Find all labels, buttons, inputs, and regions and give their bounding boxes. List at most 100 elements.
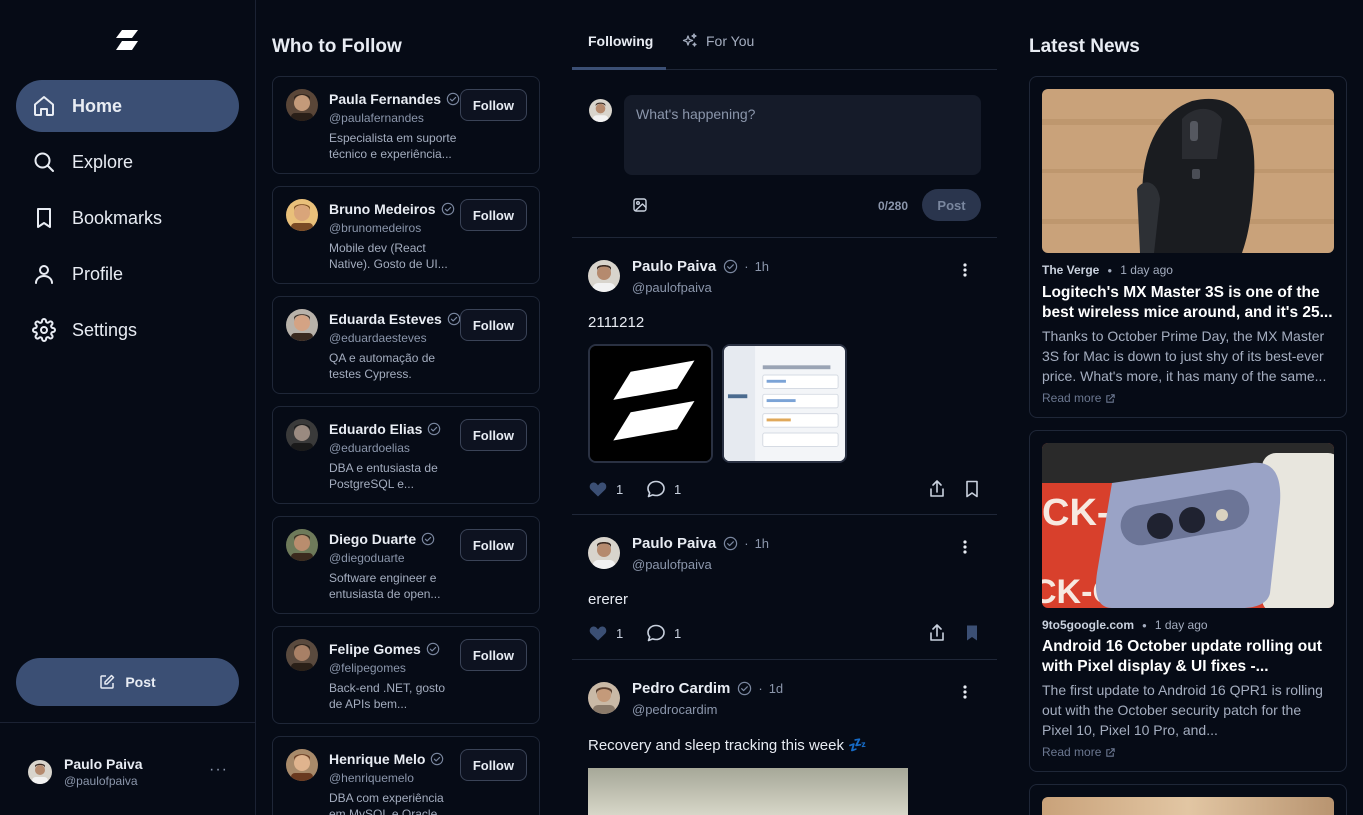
nav-item-settings[interactable]: Settings bbox=[16, 304, 239, 356]
follow-button[interactable]: Follow bbox=[459, 749, 527, 781]
follow-button[interactable]: Follow bbox=[459, 639, 527, 671]
suggested-user-card[interactable]: Eduardo Elias @eduardoelias DBA e entusias… bbox=[272, 406, 540, 504]
post-time: 1h bbox=[754, 259, 770, 274]
share-icon[interactable] bbox=[927, 623, 947, 643]
news-headline[interactable]: Android 16 October update rolling out wi… bbox=[1042, 637, 1334, 677]
sidebar-post-button[interactable]: Post bbox=[16, 658, 239, 706]
user-name[interactable]: Paula Fernandes bbox=[329, 91, 460, 107]
avatar[interactable] bbox=[286, 529, 318, 561]
suggested-user-card[interactable]: Bruno Medeiros @brunomedeiros Mobile dev (… bbox=[272, 186, 540, 284]
comment-button[interactable]: 1 bbox=[646, 479, 681, 499]
nav-item-home[interactable]: Home bbox=[16, 80, 239, 132]
who-to-follow-panel: Who to Follow Paula Fernandes @paulaferna… bbox=[272, 0, 540, 815]
user-name[interactable]: Eduarda Esteves bbox=[329, 311, 461, 327]
verified-icon bbox=[737, 681, 752, 696]
like-button[interactable]: 1 bbox=[588, 479, 623, 499]
avatar[interactable] bbox=[286, 89, 318, 121]
sparkles-icon bbox=[682, 33, 698, 49]
nav-item-bookmarks[interactable]: Bookmarks bbox=[16, 192, 239, 244]
post-author: Pedro Cardim · 1d bbox=[632, 680, 783, 697]
more-options-icon[interactable] bbox=[959, 262, 971, 278]
user-name[interactable]: Diego Duarte bbox=[329, 531, 435, 547]
more-options-icon[interactable] bbox=[959, 684, 971, 700]
share-icon[interactable] bbox=[927, 479, 947, 499]
home-icon bbox=[32, 94, 56, 118]
user-name[interactable]: Bruno Medeiros bbox=[329, 201, 455, 217]
feed-tabs: Following For You bbox=[572, 0, 997, 70]
comment-button[interactable]: 1 bbox=[646, 623, 681, 643]
author-handle: @paulofpaiva bbox=[632, 280, 712, 295]
bookmark-icon[interactable] bbox=[962, 479, 982, 499]
user-name[interactable]: Felipe Gomes bbox=[329, 641, 440, 657]
separator: · bbox=[758, 681, 763, 696]
tab-for-you[interactable]: For You bbox=[682, 33, 754, 49]
verified-icon bbox=[446, 92, 460, 106]
nav-label: Home bbox=[72, 95, 123, 116]
tab-label: Following bbox=[588, 33, 654, 49]
verified-icon bbox=[426, 642, 440, 656]
suggested-user-card[interactable]: Diego Duarte @diegoduarte Software enginee… bbox=[272, 516, 540, 614]
news-meta: 9to5google.com ● 1 day ago bbox=[1042, 618, 1208, 632]
compose-post-button[interactable]: Post bbox=[922, 189, 981, 221]
avatar[interactable] bbox=[286, 749, 318, 781]
nav-item-profile[interactable]: Profile bbox=[16, 248, 239, 300]
news-age: 1 day ago bbox=[1154, 618, 1208, 632]
bookmark-icon bbox=[32, 206, 56, 230]
follow-button[interactable]: Follow bbox=[459, 419, 527, 451]
verified-icon bbox=[427, 422, 441, 436]
heart-icon bbox=[588, 623, 608, 643]
read-more-link[interactable]: Read more bbox=[1042, 745, 1116, 759]
user-handle: @eduardaesteves bbox=[329, 331, 427, 345]
read-more-link[interactable]: Read more bbox=[1042, 391, 1116, 405]
news-headline[interactable]: Logitech's MX Master 3S is one of the be… bbox=[1042, 283, 1334, 323]
avatar[interactable] bbox=[286, 639, 318, 671]
bookmark-filled-icon[interactable] bbox=[962, 623, 982, 643]
avatar bbox=[588, 537, 620, 569]
suggested-user-card[interactable]: Henrique Melo @henriquemelo DBA com experi… bbox=[272, 736, 540, 815]
more-options-icon[interactable]: ··· bbox=[209, 761, 228, 779]
follow-button[interactable]: Follow bbox=[459, 199, 527, 231]
news-card[interactable] bbox=[1029, 784, 1347, 815]
post-author: Paulo Paiva · 1h bbox=[632, 535, 769, 552]
user-name[interactable]: Henrique Melo bbox=[329, 751, 444, 767]
post-image[interactable] bbox=[722, 344, 847, 463]
nav-item-explore[interactable]: Explore bbox=[16, 136, 239, 188]
author-name[interactable]: Paulo Paiva bbox=[632, 258, 716, 275]
user-name[interactable]: Eduardo Elias bbox=[329, 421, 441, 437]
follow-button[interactable]: Follow bbox=[459, 309, 527, 341]
like-count: 1 bbox=[616, 625, 624, 641]
post[interactable]: Paulo Paiva · 1h @paulofpaiva 2111212 1 … bbox=[572, 238, 997, 515]
post-image[interactable] bbox=[588, 768, 908, 815]
like-button[interactable]: 1 bbox=[588, 623, 623, 643]
suggested-user-card[interactable]: Paula Fernandes @paulafernandes Especialis… bbox=[272, 76, 540, 174]
feed: Following For You 0/280 Post Paulo Paiva bbox=[572, 0, 997, 815]
user-bio: Software engineer e entusiasta de open... bbox=[329, 571, 441, 601]
post[interactable]: Paulo Paiva · 1h @paulofpaiva ererer 1 1 bbox=[572, 515, 997, 660]
latest-news-panel: Latest News The Verge ● 1 day ago Logite… bbox=[1029, 0, 1347, 815]
avatar[interactable] bbox=[286, 309, 318, 341]
news-image: CK-ON CK-ON bbox=[1042, 443, 1334, 608]
more-options-icon[interactable] bbox=[959, 539, 971, 555]
follow-button[interactable]: Follow bbox=[459, 89, 527, 121]
post-image[interactable] bbox=[588, 344, 713, 463]
app-logo[interactable] bbox=[113, 26, 141, 54]
author-name[interactable]: Paulo Paiva bbox=[632, 535, 716, 552]
nav-label: Explore bbox=[72, 151, 134, 172]
user-handle: @brunomedeiros bbox=[329, 221, 422, 235]
suggested-user-card[interactable]: Felipe Gomes @felipegomes Back-end .NET, g… bbox=[272, 626, 540, 724]
avatar[interactable] bbox=[286, 419, 318, 451]
post[interactable]: Pedro Cardim · 1d @pedrocardim Recovery … bbox=[572, 660, 997, 815]
avatar bbox=[588, 260, 620, 292]
avatar[interactable] bbox=[286, 199, 318, 231]
compose-input[interactable] bbox=[624, 95, 981, 175]
image-icon[interactable] bbox=[632, 197, 648, 213]
separator: · bbox=[744, 259, 749, 274]
verified-icon bbox=[447, 312, 461, 326]
author-name[interactable]: Pedro Cardim bbox=[632, 680, 730, 697]
follow-button[interactable]: Follow bbox=[459, 529, 527, 561]
account-switcher[interactable]: Paulo Paiva @paulofpaiva ··· bbox=[28, 755, 238, 789]
news-card[interactable]: CK-ON CK-ON 9to5google.com ● 1 day ago A… bbox=[1029, 430, 1347, 772]
suggested-user-card[interactable]: Eduarda Esteves @eduardaesteves QA e autom… bbox=[272, 296, 540, 394]
tab-following[interactable]: Following bbox=[588, 33, 653, 49]
news-card[interactable]: The Verge ● 1 day ago Logitech's MX Mast… bbox=[1029, 76, 1347, 418]
